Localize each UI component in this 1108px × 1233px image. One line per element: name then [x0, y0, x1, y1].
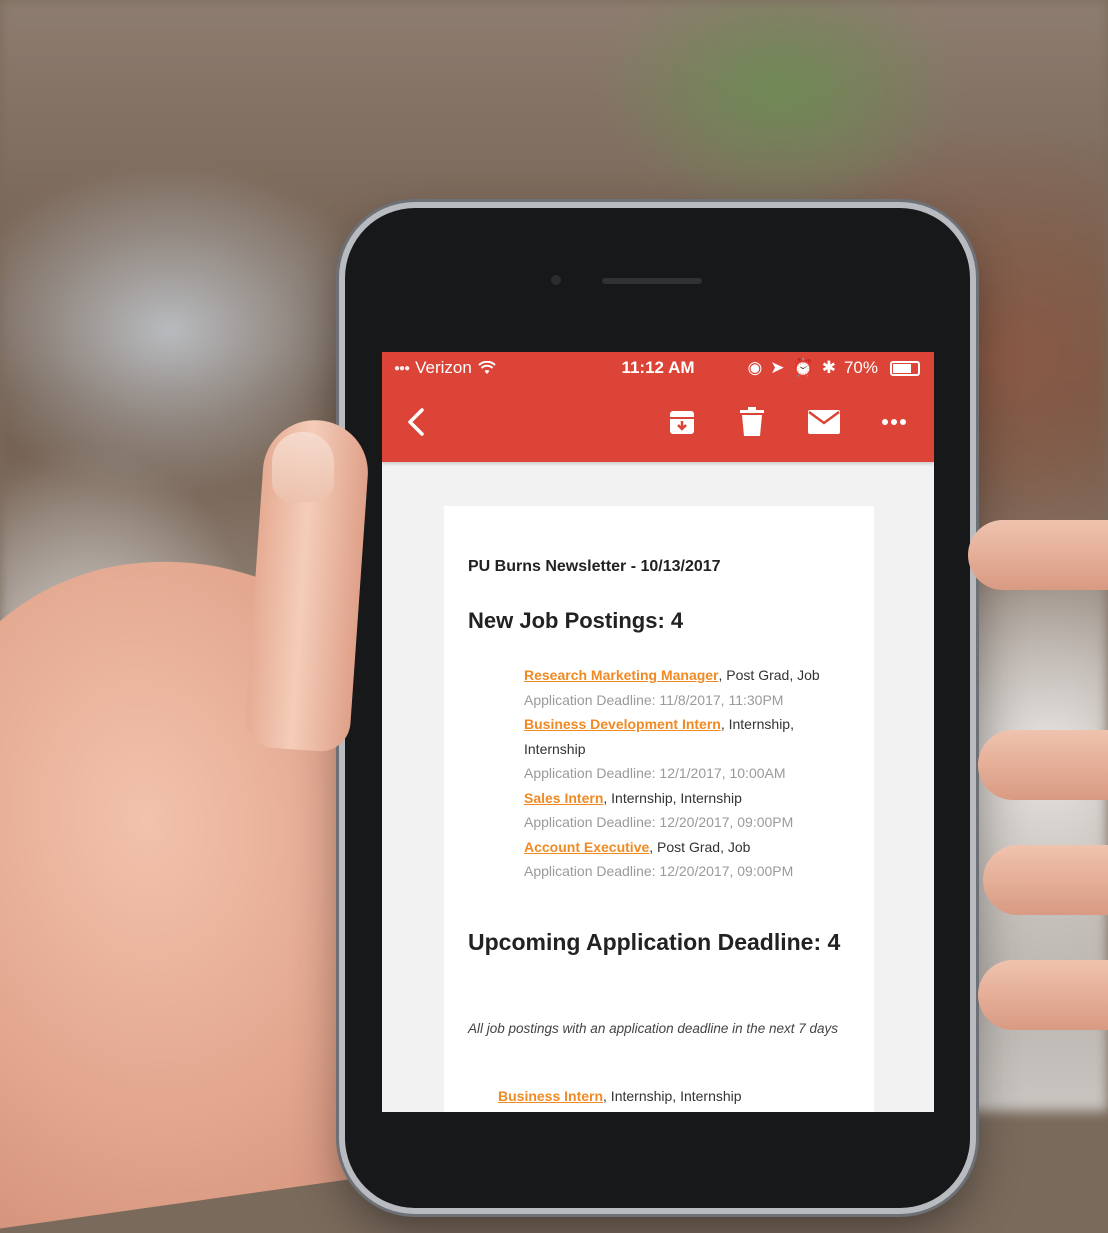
job-title-link[interactable]: Sales Intern: [524, 790, 603, 806]
upcoming-deadline-heading: Upcoming Application Deadline: 4: [468, 929, 841, 955]
job-posting: Account Executive, Post Grad, Job Applic…: [524, 835, 844, 884]
job-title-link[interactable]: Research Marketing Manager: [524, 667, 719, 683]
alarm-icon: ⏰: [792, 358, 814, 377]
job-deadline: Application Deadline: 12/20/2017, 09:00P…: [524, 863, 794, 879]
bluetooth-icon: ✱: [821, 358, 836, 377]
job-title-link[interactable]: Business Intern: [498, 1088, 603, 1104]
finger: [978, 960, 1108, 1030]
newsletter-title: PU Burns Newsletter - 10/13/2017: [468, 558, 721, 575]
email-toolbar: [382, 384, 934, 462]
upcoming-posting: Business Intern, Internship, Internship: [498, 1088, 742, 1104]
job-title-link[interactable]: Business Development Intern: [524, 716, 721, 732]
email-body: PU Burns Newsletter - 10/13/2017 New Job…: [444, 506, 874, 1112]
delete-button[interactable]: [732, 402, 772, 442]
job-posting: Sales Intern, Internship, Internship App…: [524, 786, 844, 835]
thumbnail: [272, 432, 334, 502]
earpiece-speaker: [602, 278, 702, 284]
job-details: , Post Grad, Job: [649, 838, 751, 855]
job-deadline: Application Deadline: 12/20/2017, 09:00P…: [524, 814, 794, 830]
mark-unread-button[interactable]: [802, 402, 846, 442]
finger: [983, 845, 1108, 915]
battery-percent: 70%: [843, 358, 878, 377]
front-camera: [551, 275, 561, 285]
job-deadline: Application Deadline: 11/8/2017, 11:30PM: [524, 691, 784, 708]
more-options-button[interactable]: [874, 402, 914, 442]
job-title-link[interactable]: Account Executive: [524, 839, 649, 855]
archive-button[interactable]: [662, 402, 702, 442]
back-button[interactable]: [398, 402, 434, 442]
job-deadline: Application Deadline: 12/1/2017, 10:00AM: [524, 765, 786, 781]
job-postings-heading: New Job Postings: 4: [468, 608, 684, 633]
job-posting: Business Development Intern, Internship,…: [524, 712, 844, 786]
rotation-lock-icon: ◉: [747, 358, 763, 377]
job-posting: Research Marketing Manager, Post Grad, J…: [524, 663, 844, 712]
finger: [968, 520, 1108, 590]
archive-icon: [670, 411, 694, 434]
job-details: , Internship, Internship: [603, 1088, 742, 1104]
job-postings-list: Research Marketing Manager, Post Grad, J…: [524, 663, 844, 884]
location-icon: ➤: [770, 358, 785, 377]
upcoming-note: All job postings with an application dea…: [468, 1021, 838, 1036]
status-bar: ●●● Verizon 11:12 AM ◉ ➤ ⏰ ✱ 70%: [382, 352, 934, 384]
envelope-icon: [808, 410, 840, 434]
job-details: , Post Grad, Job: [718, 667, 820, 683]
job-details: , Internship, Internship: [603, 789, 742, 806]
battery-icon: [890, 360, 920, 376]
more-horizontal-icon: [882, 419, 906, 425]
phone-screen: ●●● Verizon 11:12 AM ◉ ➤ ⏰ ✱ 70% PU Burn…: [382, 352, 934, 1112]
trash-icon: [740, 407, 764, 436]
chevron-left-icon: [408, 408, 424, 436]
finger: [978, 730, 1108, 800]
status-icons: ◉ ➤ ⏰ ✱ 70%: [747, 358, 920, 378]
